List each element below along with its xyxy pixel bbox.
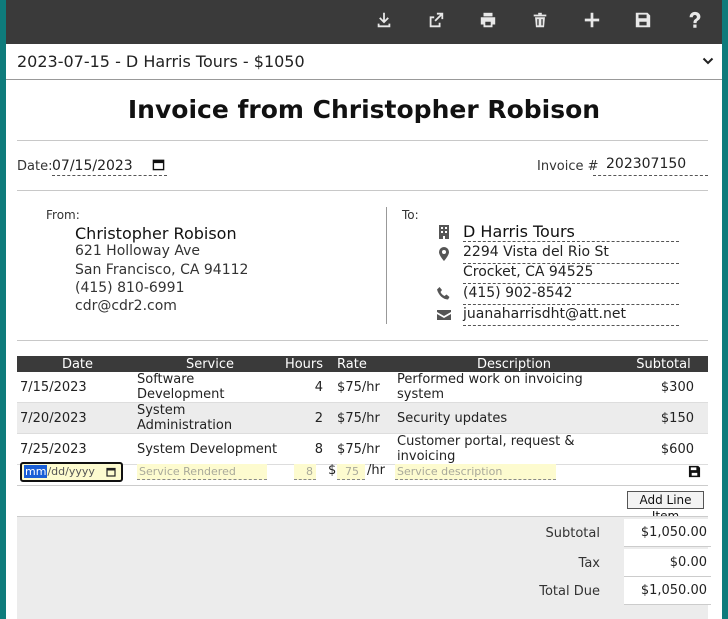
- help-icon[interactable]: [684, 9, 706, 31]
- cell-description: Performed work on invoicing system: [395, 372, 633, 403]
- line-items-table: Date Service Hours Rate Description Subt…: [17, 356, 708, 465]
- header-service: Service: [134, 356, 285, 372]
- header-description: Description: [395, 356, 633, 372]
- calendar-icon[interactable]: [106, 467, 116, 477]
- cell-hours: 2: [284, 402, 330, 434]
- table-row[interactable]: 7/20/2023 System Administration 2 $75/hr…: [17, 402, 708, 434]
- to-address-line1-field[interactable]: 2294 Vista del Rio St: [463, 244, 679, 264]
- cell-service: Software Development: [134, 372, 285, 403]
- to-address-line2-field[interactable]: Crocket, CA 94525: [463, 264, 679, 284]
- plus-icon[interactable]: [581, 9, 603, 31]
- chevron-down-icon: [702, 57, 714, 65]
- date-rest-segment[interactable]: /dd/yyyy: [47, 465, 94, 478]
- cell-service: System Administration: [134, 402, 285, 434]
- new-item-description-input[interactable]: Service description: [395, 464, 556, 480]
- from-email: cdr@cdr2.com: [75, 298, 177, 314]
- cell-date: 7/20/2023: [17, 402, 135, 434]
- building-icon: [436, 224, 452, 240]
- from-label: From:: [46, 208, 80, 222]
- cell-subtotal: $150: [632, 402, 708, 434]
- invoice-number-field[interactable]: 202307150: [593, 156, 708, 176]
- subtotal-value: $1,050.00: [624, 519, 711, 547]
- to-name-field[interactable]: D Harris Tours: [463, 222, 679, 242]
- cell-rate: $75/hr: [329, 402, 396, 434]
- trash-icon[interactable]: [529, 9, 551, 31]
- date-month-segment[interactable]: mm: [24, 465, 48, 478]
- table-row[interactable]: 7/15/2023 Software Development 4 $75/hr …: [17, 372, 708, 403]
- rate-prefix: $: [328, 463, 337, 478]
- header-date: Date: [17, 356, 135, 372]
- invoice-window: 2023-07-15 - D Harris Tours - $1050 Invo…: [6, 0, 722, 619]
- from-address-line1: 621 Holloway Ave: [75, 243, 201, 259]
- totals-section: Subtotal $1,050.00 Tax $0.00 Total Due $…: [17, 516, 711, 619]
- calendar-icon[interactable]: [152, 158, 165, 171]
- cell-rate: $75/hr: [329, 372, 396, 403]
- invoice-select-value: 2023-07-15 - D Harris Tours - $1050: [17, 52, 305, 71]
- new-item-rate-input[interactable]: 75: [337, 464, 365, 480]
- phone-icon: [436, 286, 452, 302]
- page-title: Invoice from Christopher Robison: [127, 95, 601, 124]
- new-line-item-row: mm/dd/yyyy Service Rendered 8 $ 75 /hr S…: [17, 458, 708, 486]
- divider: [17, 140, 708, 141]
- date-label: Date:: [17, 159, 53, 174]
- print-icon[interactable]: [477, 9, 499, 31]
- cell-date: 7/15/2023: [17, 372, 135, 403]
- toolbar: [6, 0, 722, 44]
- new-item-date-input[interactable]: mm/dd/yyyy: [20, 462, 123, 482]
- to-label: To:: [402, 208, 419, 222]
- to-phone-field[interactable]: (415) 902-8542: [463, 285, 679, 305]
- tax-value: $0.00: [624, 549, 711, 577]
- total-due-value: $1,050.00: [624, 577, 711, 605]
- share-icon[interactable]: [425, 9, 447, 31]
- invoice-number-label: Invoice #: [537, 159, 599, 174]
- map-pin-icon: [436, 246, 452, 262]
- header-rate: Rate: [329, 356, 396, 372]
- invoice-date-field[interactable]: 07/15/2023: [52, 156, 167, 176]
- cell-subtotal: $300: [632, 372, 708, 403]
- from-address-line2: San Francisco, CA 94112: [75, 262, 249, 278]
- to-email-field[interactable]: juanaharrisdht@att.net: [463, 306, 679, 326]
- new-item-service-input[interactable]: Service Rendered: [137, 464, 267, 480]
- envelope-icon: [436, 307, 452, 323]
- divider: [17, 190, 708, 191]
- header-hours: Hours: [284, 356, 330, 372]
- invoice-date-value: 07/15/2023: [52, 157, 133, 174]
- from-name: Christopher Robison: [75, 224, 237, 243]
- invoice-select[interactable]: 2023-07-15 - D Harris Tours - $1050: [6, 44, 722, 80]
- add-line-item-button[interactable]: Add Line Item: [627, 491, 704, 523]
- cell-hours: 4: [284, 372, 330, 403]
- vertical-divider: [386, 207, 387, 324]
- save-icon[interactable]: [632, 9, 654, 31]
- total-due-label: Total Due: [539, 584, 600, 599]
- rate-suffix: /hr: [367, 463, 385, 478]
- from-phone: (415) 810-6991: [75, 280, 185, 296]
- new-item-hours-input[interactable]: 8: [294, 464, 316, 480]
- save-line-icon[interactable]: [688, 465, 701, 478]
- download-icon[interactable]: [373, 9, 395, 31]
- table-header-row: Date Service Hours Rate Description Subt…: [17, 356, 708, 372]
- header-subtotal: Subtotal: [632, 356, 708, 372]
- subtotal-label: Subtotal: [545, 526, 600, 541]
- divider: [17, 340, 708, 341]
- cell-description: Security updates: [395, 402, 633, 434]
- tax-label: Tax: [578, 556, 600, 571]
